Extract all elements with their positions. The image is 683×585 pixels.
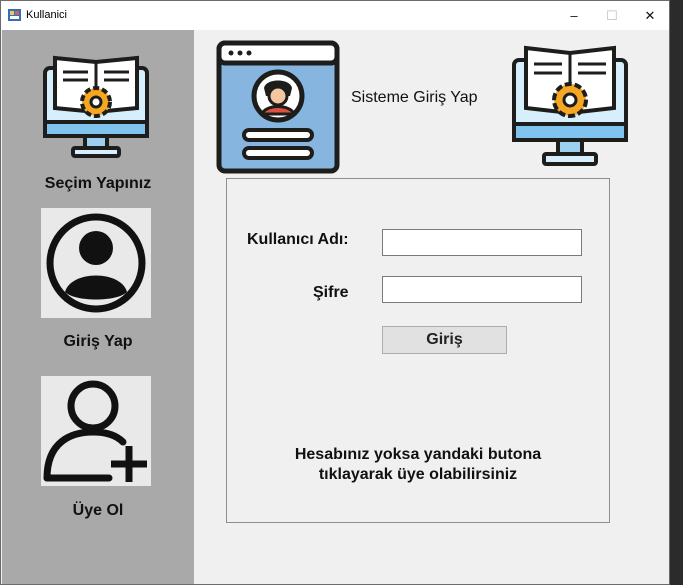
password-input[interactable] <box>382 276 582 303</box>
page-title: Sisteme Giriş Yap <box>351 89 478 106</box>
profile-browser-icon <box>216 40 340 174</box>
user-circle-icon <box>46 213 146 313</box>
password-label: Şifre <box>313 284 349 301</box>
computer-settings-icon <box>43 55 149 158</box>
sidebar-login-tile[interactable] <box>41 208 151 318</box>
maximize-button[interactable]: ☐ <box>593 1 631 30</box>
login-groupbox: Kullanıcı Adı: Şifre Giriş Hesabınız yok… <box>226 178 610 523</box>
title-bar: Kullanici – ☐ ✕ <box>1 1 669 30</box>
login-button[interactable]: Giriş <box>382 326 507 354</box>
sidebar-item-giris[interactable]: Giriş Yap <box>2 333 194 351</box>
register-hint: Hesabınız yoksa yandaki butona tıklayara… <box>247 445 589 485</box>
sidebar: Seçim Yapınız Giriş Yap Üye Ol <box>2 30 194 584</box>
sidebar-register-tile[interactable] <box>41 376 151 486</box>
username-input[interactable] <box>382 229 582 256</box>
register-hint-line2: tıklayarak üye olabilirsiniz <box>318 466 518 483</box>
sidebar-item-uye-ol[interactable]: Üye Ol <box>2 502 194 520</box>
main-panel: Sisteme Giriş Yap Kullanıcı Adı: Şifre G… <box>194 30 669 584</box>
register-hint-line1: Hesabınız yoksa yandaki butona <box>294 446 542 463</box>
sidebar-item-secim: Seçim Yapınız <box>44 175 152 192</box>
minimize-button[interactable]: – <box>555 1 593 30</box>
window-title: Kullanici <box>26 9 67 21</box>
add-user-icon <box>43 380 147 482</box>
app-icon <box>8 9 21 21</box>
close-button[interactable]: ✕ <box>631 1 669 30</box>
username-label: Kullanıcı Adı: <box>247 231 349 248</box>
app-window: Kullanici – ☐ ✕ Seçim Yapınız Giriş Yap … <box>0 0 670 585</box>
computer-settings-icon <box>512 45 628 166</box>
